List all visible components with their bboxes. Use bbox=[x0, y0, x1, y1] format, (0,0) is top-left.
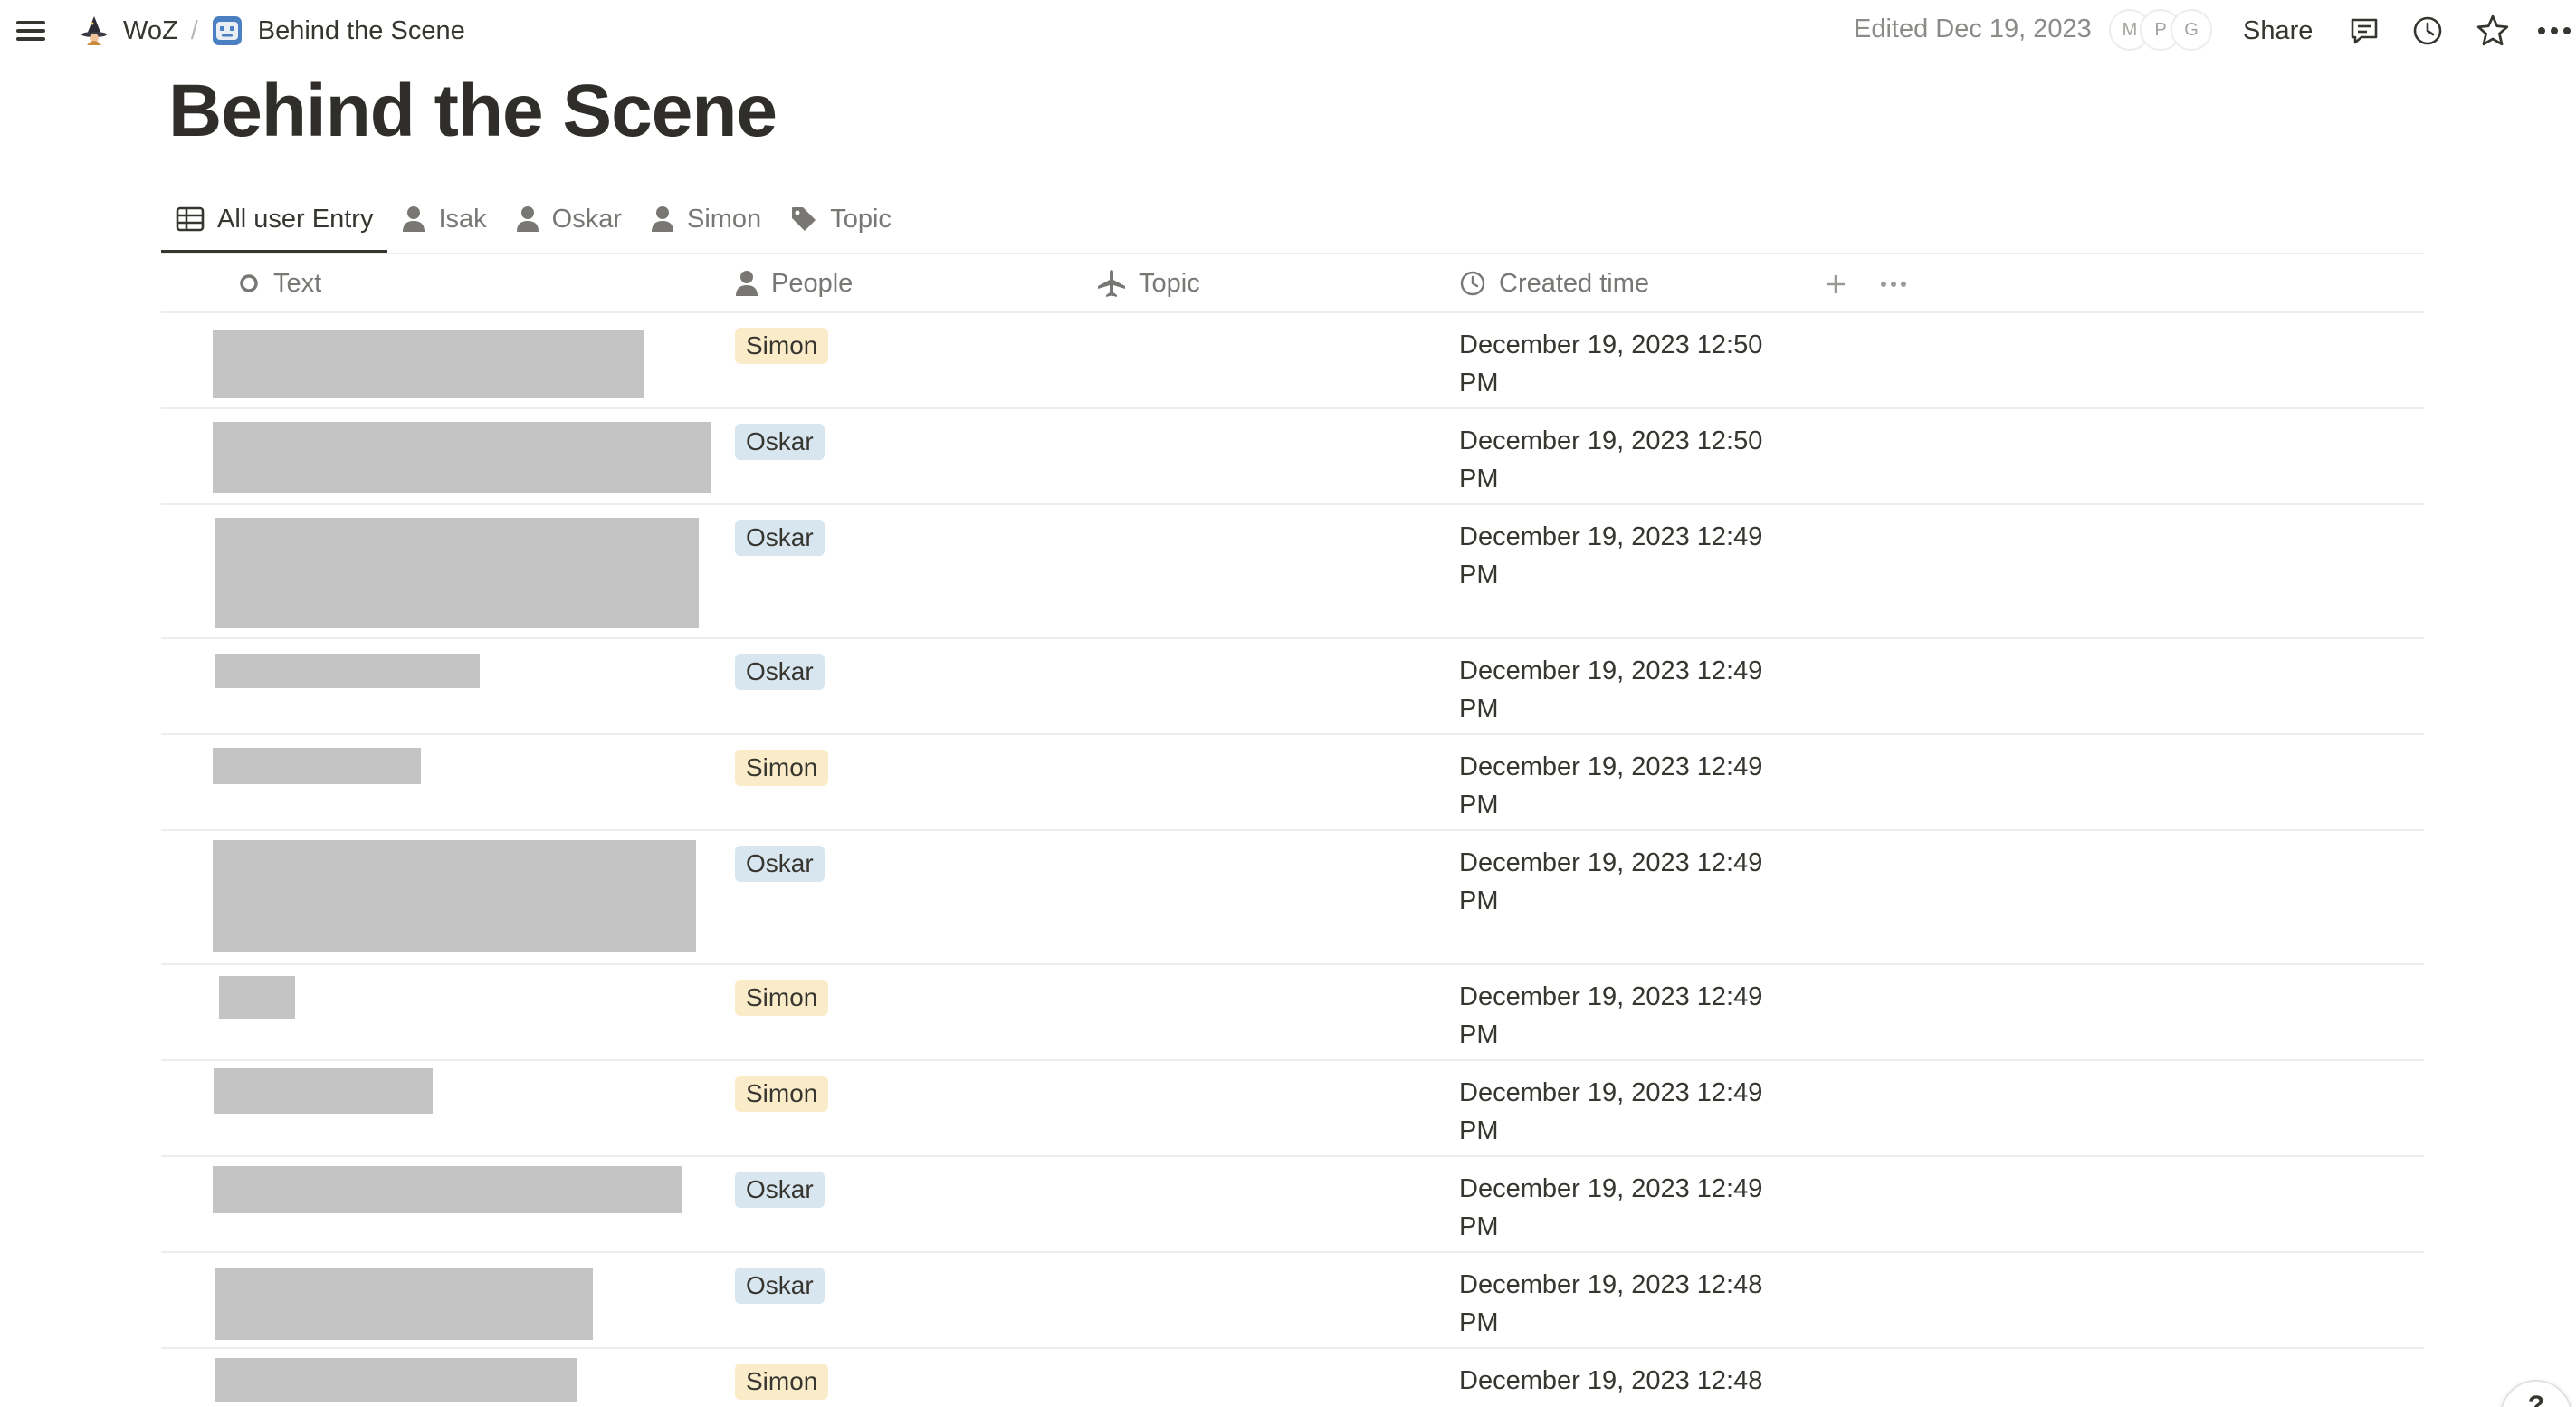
breadcrumb-page-label: Behind the Scene bbox=[257, 15, 465, 45]
person-icon bbox=[651, 206, 673, 232]
breadcrumb: WoZ / Behind the Scene bbox=[72, 9, 471, 53]
person-tag[interactable]: Simon bbox=[735, 1364, 829, 1400]
redacted-text-block bbox=[215, 1358, 577, 1402]
redacted-text-block bbox=[219, 976, 295, 1019]
column-header-created-time[interactable]: Created time bbox=[1459, 255, 1649, 311]
person-tag[interactable]: Oskar bbox=[735, 1268, 825, 1304]
comment-icon[interactable] bbox=[2344, 11, 2384, 51]
person-tag[interactable]: Oskar bbox=[735, 520, 825, 556]
page-title[interactable]: Behind the Scene bbox=[168, 69, 778, 154]
table-row[interactable]: Oskar December 19, 2023 12:50 PM bbox=[161, 409, 2424, 505]
redacted-text-block bbox=[213, 840, 696, 952]
table-row[interactable]: Simon December 19, 2023 12:50 PM bbox=[161, 313, 2424, 409]
table-row[interactable]: Oskar December 19, 2023 12:49 PM bbox=[161, 831, 2424, 965]
created-time-cell: December 19, 2023 12:50 PM bbox=[1459, 426, 1763, 493]
person-tag[interactable]: Simon bbox=[735, 750, 829, 786]
person-tag[interactable]: Simon bbox=[735, 980, 829, 1016]
share-button[interactable]: Share bbox=[2232, 9, 2323, 53]
tab-oskar[interactable]: Oskar bbox=[501, 188, 636, 250]
table-body: Simon December 19, 2023 12:50 PM Oskar D… bbox=[161, 313, 2424, 1407]
add-property-plus-icon[interactable] bbox=[1816, 264, 1856, 304]
status-circle-icon bbox=[240, 274, 258, 292]
table-row[interactable]: Simon December 19, 2023 12:49 PM bbox=[161, 965, 2424, 1061]
column-label: Topic bbox=[1139, 268, 1200, 298]
created-time-cell: December 19, 2023 12:49 PM bbox=[1459, 522, 1763, 589]
redacted-text-block bbox=[213, 748, 421, 784]
tab-label: Isak bbox=[438, 204, 487, 234]
table-row[interactable]: Oskar December 19, 2023 12:48 PM bbox=[161, 1253, 2424, 1349]
help-button[interactable]: ? bbox=[2500, 1380, 2572, 1407]
tag-icon bbox=[792, 207, 816, 231]
person-icon bbox=[516, 206, 539, 232]
person-icon bbox=[736, 271, 758, 296]
notion-page: WoZ / Behind the Scene Edited Dec 19, 20… bbox=[0, 0, 2576, 1407]
table-row[interactable]: Oskar December 19, 2023 12:49 PM bbox=[161, 505, 2424, 639]
last-edited-label: Edited Dec 19, 2023 bbox=[1854, 14, 2092, 43]
created-time-cell: December 19, 2023 12:49 PM bbox=[1459, 1078, 1763, 1145]
tab-label: Topic bbox=[830, 204, 892, 234]
tabs-divider bbox=[161, 253, 2424, 254]
table-icon bbox=[176, 206, 205, 232]
column-header-people[interactable]: People bbox=[735, 255, 853, 311]
clock-icon bbox=[1460, 271, 1485, 296]
more-dots-icon[interactable] bbox=[2534, 11, 2574, 51]
top-bar: WoZ / Behind the Scene Edited Dec 19, 20… bbox=[0, 0, 2576, 62]
person-tag[interactable]: Oskar bbox=[735, 424, 825, 460]
redacted-text-block bbox=[213, 1166, 682, 1213]
wizard-icon bbox=[81, 16, 107, 45]
created-time-cell: December 19, 2023 12:48 PM bbox=[1459, 1366, 1763, 1407]
tab-label: All user Entry bbox=[217, 204, 374, 234]
tab-isak[interactable]: Isak bbox=[387, 188, 501, 250]
table-row[interactable]: Simon December 19, 2023 12:48 PM bbox=[161, 1349, 2424, 1407]
created-time-cell: December 19, 2023 12:49 PM bbox=[1459, 982, 1763, 1049]
tab-label: Simon bbox=[686, 204, 762, 234]
view-tabs: All user Entry Isak Oskar Simon Topic bbox=[161, 188, 906, 254]
tab-label: Oskar bbox=[551, 204, 622, 234]
created-time-cell: December 19, 2023 12:49 PM bbox=[1459, 752, 1763, 819]
breadcrumb-separator: / bbox=[190, 15, 198, 45]
person-tag[interactable]: Simon bbox=[735, 1076, 829, 1112]
breadcrumb-workspace[interactable]: WoZ bbox=[72, 9, 184, 53]
star-icon[interactable] bbox=[2473, 11, 2513, 51]
airplane-icon bbox=[1098, 270, 1125, 297]
redacted-text-block bbox=[215, 518, 699, 628]
robot-face-icon bbox=[212, 16, 242, 45]
column-label: People bbox=[771, 268, 854, 298]
created-time-cell: December 19, 2023 12:48 PM bbox=[1459, 1270, 1763, 1337]
breadcrumb-page[interactable]: Behind the Scene bbox=[205, 9, 471, 53]
table-row[interactable]: Simon December 19, 2023 12:49 PM bbox=[161, 735, 2424, 831]
person-tag[interactable]: Simon bbox=[735, 328, 829, 364]
person-tag[interactable]: Oskar bbox=[735, 1172, 825, 1208]
redacted-text-block bbox=[215, 654, 480, 688]
column-header-topic[interactable]: Topic bbox=[1097, 255, 1200, 311]
created-time-cell: December 19, 2023 12:50 PM bbox=[1459, 330, 1763, 397]
avatar[interactable]: G bbox=[2171, 9, 2212, 51]
redacted-text-block bbox=[213, 422, 711, 493]
redacted-text-block bbox=[213, 330, 644, 398]
redacted-text-block bbox=[215, 1268, 593, 1340]
person-tag[interactable]: Oskar bbox=[735, 654, 825, 690]
person-icon bbox=[403, 206, 425, 232]
tab-topic[interactable]: Topic bbox=[776, 188, 906, 250]
sidebar-menu-icon[interactable] bbox=[14, 14, 47, 47]
redacted-text-block bbox=[214, 1068, 433, 1114]
breadcrumb-workspace-label: WoZ bbox=[123, 15, 178, 45]
table-row[interactable]: Oskar December 19, 2023 12:49 PM bbox=[161, 639, 2424, 735]
created-time-cell: December 19, 2023 12:49 PM bbox=[1459, 656, 1763, 723]
table-row[interactable]: Simon December 19, 2023 12:49 PM bbox=[161, 1061, 2424, 1157]
column-label: Text bbox=[273, 268, 322, 298]
person-tag[interactable]: Oskar bbox=[735, 846, 825, 882]
table-row[interactable]: Oskar December 19, 2023 12:49 PM bbox=[161, 1157, 2424, 1253]
history-clock-icon[interactable] bbox=[2408, 11, 2447, 51]
column-label: Created time bbox=[1499, 268, 1650, 298]
created-time-cell: December 19, 2023 12:49 PM bbox=[1459, 1174, 1763, 1241]
created-time-cell: December 19, 2023 12:49 PM bbox=[1459, 848, 1763, 915]
column-header-text[interactable]: Text bbox=[237, 255, 321, 311]
collaborator-avatars[interactable]: M P G bbox=[2109, 9, 2212, 53]
more-options-icon[interactable] bbox=[1874, 264, 1913, 304]
tab-all-user-entry[interactable]: All user Entry bbox=[161, 188, 388, 254]
table-header: Text People Topic Created time bbox=[161, 255, 2424, 313]
tab-simon[interactable]: Simon bbox=[636, 188, 776, 250]
